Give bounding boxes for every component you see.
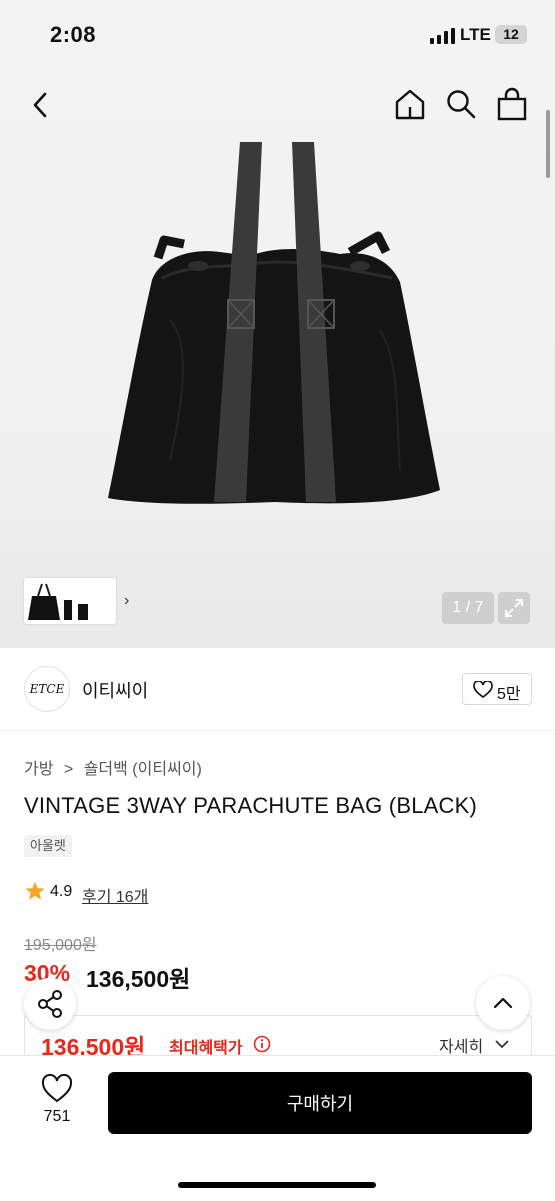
expand-icon bbox=[505, 599, 523, 617]
home-icon[interactable] bbox=[393, 87, 427, 121]
info-icon[interactable] bbox=[253, 1035, 271, 1053]
brand-logo[interactable]: ETCE bbox=[24, 666, 70, 712]
breadcrumb-separator: > bbox=[63, 761, 74, 778]
product-image bbox=[108, 142, 440, 504]
status-bar: 2:08 LTE 12 bbox=[0, 0, 555, 70]
thumbnail-strip[interactable]: › bbox=[24, 578, 129, 624]
brand-name[interactable]: 이티씨이 bbox=[82, 677, 148, 703]
wishlist-button[interactable]: 751 bbox=[30, 1073, 84, 1134]
back-icon[interactable] bbox=[28, 90, 54, 120]
detail-link[interactable]: 자세히 bbox=[439, 1033, 483, 1057]
wishlist-count: 751 bbox=[43, 1108, 71, 1125]
share-button[interactable] bbox=[24, 978, 76, 1030]
breadcrumb: 가방 > 숄더백 (이티씨이) bbox=[24, 755, 208, 779]
brand-like-count: 5만 bbox=[497, 686, 521, 703]
outlet-tag: 아울렛 bbox=[24, 835, 72, 857]
original-price: 195,000원 bbox=[24, 937, 97, 954]
scroll-top-button[interactable] bbox=[476, 976, 530, 1030]
sale-price: 136,500원 bbox=[86, 966, 191, 992]
signal-icon bbox=[430, 28, 455, 44]
scrollbar[interactable] bbox=[546, 110, 550, 178]
status-time: 2:08 bbox=[50, 22, 97, 47]
buy-button[interactable]: 구매하기 bbox=[108, 1072, 532, 1134]
divider bbox=[0, 730, 555, 731]
chevron-down-icon[interactable] bbox=[495, 1039, 509, 1049]
reviews-link[interactable]: 후기 16개 bbox=[82, 883, 148, 907]
thumbnail-image[interactable] bbox=[26, 582, 96, 622]
breadcrumb-item-shoulder-bag[interactable]: 숄더백 (이티씨이) bbox=[84, 761, 202, 778]
star-icon bbox=[25, 881, 45, 900]
network-label: LTE bbox=[460, 25, 491, 44]
image-counter: 1 / 7 bbox=[442, 592, 494, 624]
home-indicator bbox=[178, 1182, 376, 1188]
heart-icon bbox=[41, 1073, 73, 1103]
chevron-right-icon[interactable]: › bbox=[124, 592, 129, 610]
brand-like-button[interactable]: 5만 bbox=[462, 673, 532, 705]
rating-value: 4.9 bbox=[50, 883, 73, 900]
share-icon bbox=[38, 990, 62, 1018]
product-title: VINTAGE 3WAY PARACHUTE BAG (BLACK) bbox=[24, 793, 477, 818]
expand-button[interactable] bbox=[498, 592, 530, 624]
chevron-up-icon bbox=[493, 997, 513, 1009]
breadcrumb-item-bag[interactable]: 가방 bbox=[24, 761, 53, 778]
battery-icon: 12 bbox=[495, 25, 527, 44]
heart-icon bbox=[473, 681, 493, 698]
search-icon[interactable] bbox=[445, 88, 477, 120]
shopping-bag-icon[interactable] bbox=[496, 87, 528, 121]
